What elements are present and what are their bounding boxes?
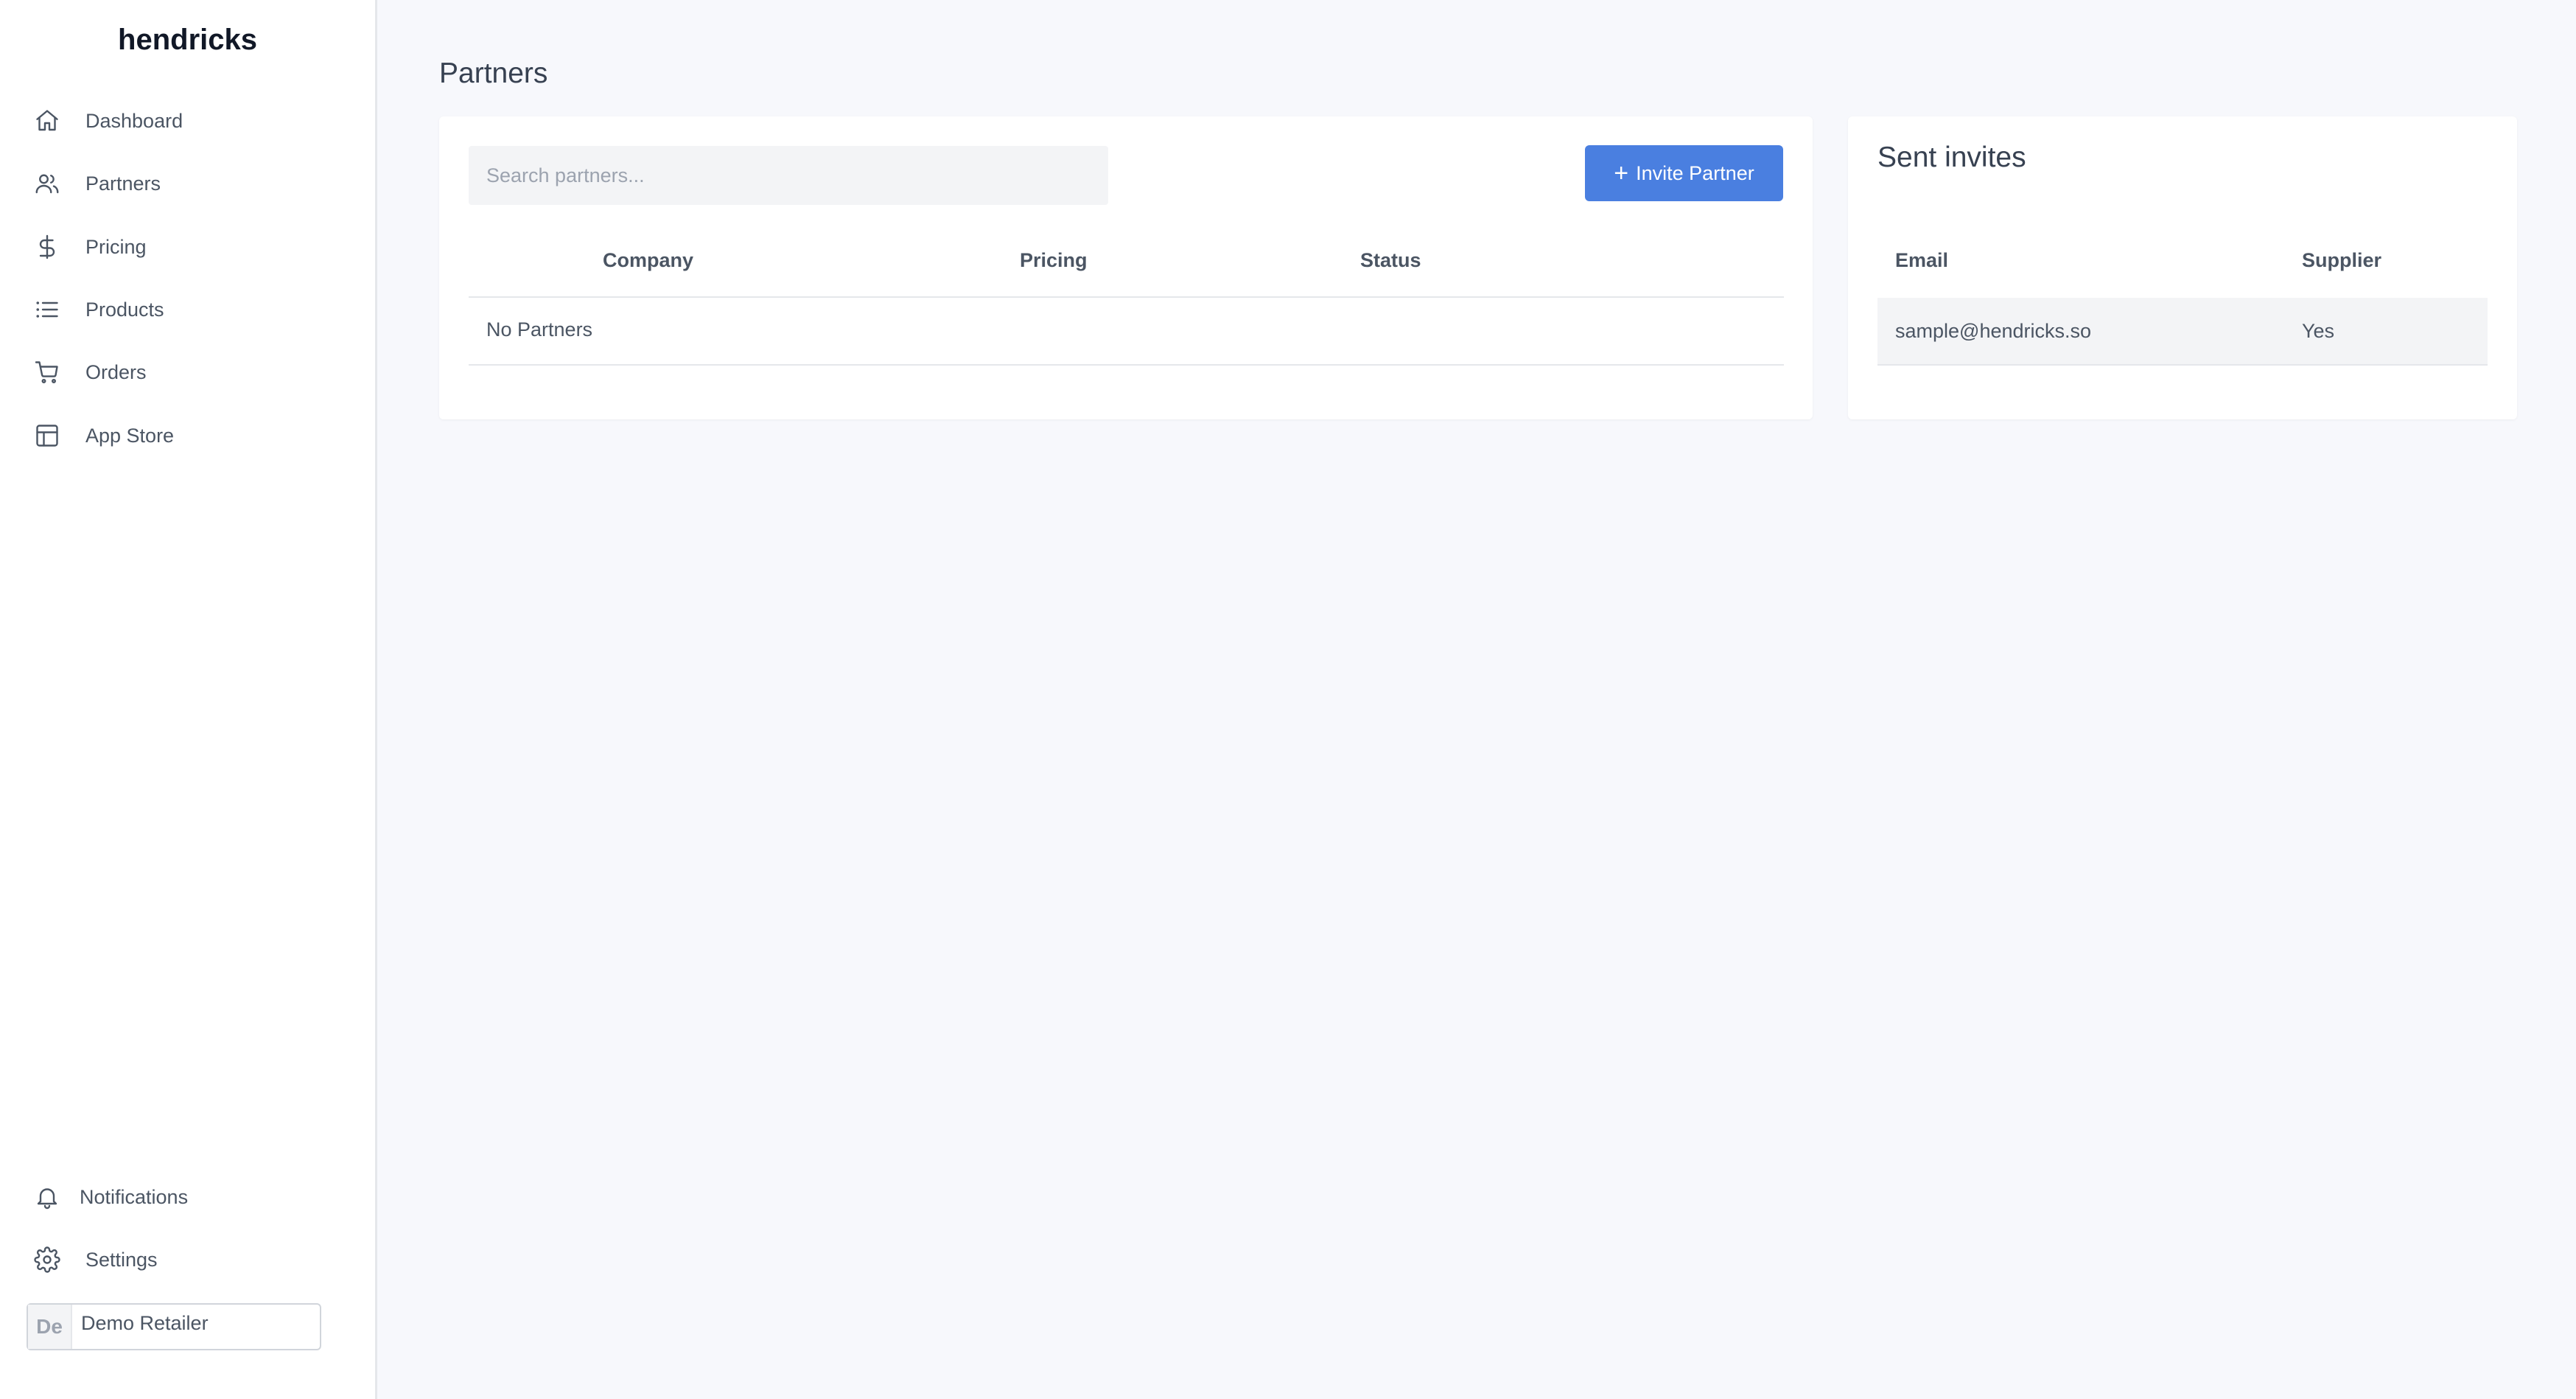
sidebar: hendricks Dashboard Partners Pricing Pro… (0, 0, 377, 1399)
sidebar-item-label: Dashboard (85, 109, 183, 132)
sidebar-item-partners[interactable]: Partners (32, 163, 161, 204)
sidebar-item-settings[interactable]: Settings (32, 1239, 158, 1280)
invite-partner-label: Invite Partner (1636, 161, 1754, 184)
sidebar-item-label: Partners (85, 172, 161, 195)
sent-invites-card: Sent invites Email Supplier sample@hendr… (1848, 116, 2517, 419)
sidebar-item-app-store[interactable]: App Store (32, 415, 174, 456)
invite-supplier: Yes (2302, 320, 2335, 342)
sidebar-item-label: Orders (85, 360, 147, 383)
sidebar-item-products[interactable]: Products (32, 289, 164, 330)
sidebar-item-pricing[interactable]: Pricing (32, 226, 147, 268)
column-header-email[interactable]: Email (1895, 249, 1948, 272)
invites-table-header (1877, 234, 2488, 299)
table-row[interactable]: sample@hendricks.so Yes (1877, 298, 2488, 366)
empty-state-text: No Partners (486, 318, 593, 341)
account-switcher[interactable]: De Demo Retailer (27, 1303, 321, 1350)
brand-logo[interactable]: hendricks (0, 24, 375, 57)
avatar: De (28, 1305, 72, 1349)
sidebar-item-dashboard[interactable]: Dashboard (32, 100, 183, 142)
search-input[interactable] (469, 146, 1108, 205)
sidebar-item-label: Notifications (80, 1185, 189, 1208)
column-header-company[interactable]: Company (603, 249, 693, 272)
home-icon (32, 106, 62, 136)
table-row: No Partners (469, 298, 1784, 366)
column-header-pricing[interactable]: Pricing (1020, 249, 1088, 272)
sent-invites-title: Sent invites (1877, 142, 2026, 173)
dollar-icon (32, 232, 62, 262)
layout-icon (32, 421, 62, 450)
invite-email: sample@hendricks.so (1895, 320, 2092, 342)
column-header-status[interactable]: Status (1360, 249, 1421, 272)
bell-icon (32, 1182, 62, 1212)
gear-icon (32, 1245, 62, 1274)
sidebar-item-label: Settings (85, 1248, 158, 1271)
sidebar-item-label: Products (85, 298, 164, 321)
sidebar-item-label: App Store (85, 424, 175, 447)
users-icon (32, 169, 62, 198)
sidebar-item-notifications[interactable]: Notifications (32, 1176, 188, 1218)
plus-icon: + (1614, 159, 1629, 187)
list-icon (32, 295, 62, 324)
sidebar-item-orders[interactable]: Orders (32, 352, 147, 393)
page-title: Partners (439, 57, 548, 89)
invite-partner-button[interactable]: + Invite Partner (1585, 145, 1783, 201)
cart-icon (32, 357, 62, 387)
sidebar-item-label: Pricing (85, 235, 147, 258)
column-header-supplier[interactable]: Supplier (2302, 249, 2381, 272)
partners-card: + Invite Partner Company Pricing Status … (439, 116, 1813, 419)
account-name: Demo Retailer (81, 1312, 209, 1334)
